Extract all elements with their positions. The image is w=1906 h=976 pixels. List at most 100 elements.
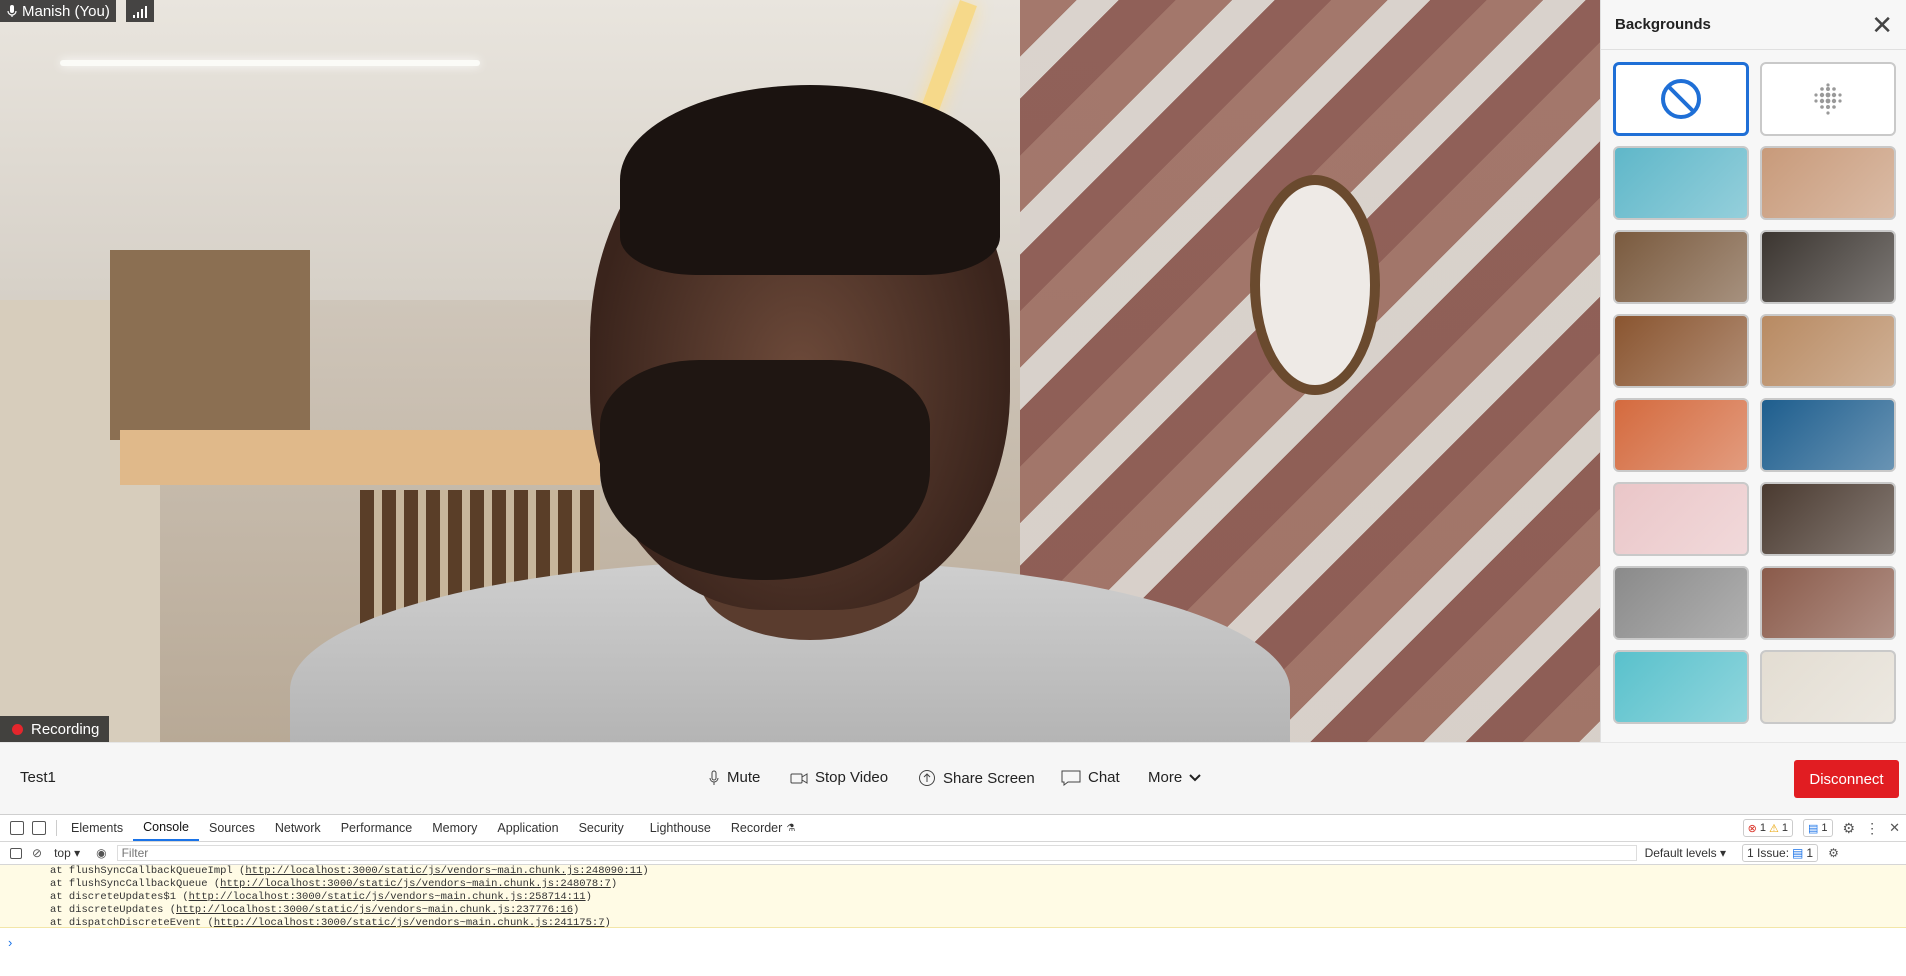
- console-log-line: at dispatchDiscreteEvent (http://localho…: [50, 917, 611, 928]
- tab-network[interactable]: Network: [265, 815, 331, 841]
- eye-icon[interactable]: ◉: [96, 846, 106, 860]
- microphone-icon: [709, 770, 719, 785]
- meeting-controls-bar: Test1 Mute Stop Video Share Screen Chat …: [0, 742, 1906, 815]
- background-tile-cafe[interactable]: [1760, 230, 1896, 304]
- source-link[interactable]: http://localhost:3000/static/js/vendors~…: [245, 865, 642, 877]
- tab-application[interactable]: Application: [487, 815, 568, 841]
- chevron-down-icon: [1189, 773, 1201, 781]
- gear-icon[interactable]: ⚙: [1843, 820, 1856, 837]
- message-count: 1: [1821, 822, 1828, 834]
- chat-icon: [1061, 770, 1081, 786]
- mute-button[interactable]: Mute: [708, 769, 760, 786]
- tab-lighthouse[interactable]: Lighthouse: [640, 815, 721, 841]
- tab-recorder[interactable]: Recorder ⚗: [721, 815, 805, 841]
- tab-elements[interactable]: Elements: [61, 815, 133, 841]
- background-tile-modern-room[interactable]: [1613, 566, 1749, 640]
- scene-cabinet: [110, 250, 310, 440]
- video-camera-icon: [790, 772, 808, 784]
- devtools-tab-bar: Elements Console Sources Network Perform…: [0, 815, 1906, 842]
- tab-performance[interactable]: Performance: [331, 815, 423, 841]
- backgrounds-panel-header: Backgrounds ✕: [1601, 0, 1906, 50]
- sidebar-toggle-icon[interactable]: [10, 847, 22, 859]
- background-tile-lounge-orange[interactable]: [1613, 314, 1749, 388]
- backgrounds-grid: [1613, 62, 1901, 724]
- recording-indicator: Recording: [0, 716, 110, 742]
- kebab-menu-icon[interactable]: ⋮: [1865, 820, 1879, 837]
- disconnect-button[interactable]: Disconnect: [1794, 760, 1899, 798]
- console-filter-input[interactable]: [116, 845, 1637, 861]
- participant-name: Manish (You): [22, 2, 110, 20]
- issues-badge[interactable]: 1 Issue: ▤ 1: [1742, 844, 1819, 862]
- background-tile-beach[interactable]: [1613, 650, 1749, 724]
- background-tile-canyon[interactable]: [1760, 566, 1896, 640]
- stop-video-button[interactable]: Stop Video: [790, 769, 888, 786]
- console-log-line: at discreteUpdates (http://localhost:300…: [50, 904, 580, 916]
- blur-icon: [1814, 83, 1842, 115]
- message-icon: ▤: [1808, 822, 1819, 835]
- warning-count: 1: [1781, 822, 1788, 834]
- network-signal-icon: [126, 0, 154, 22]
- no-background-icon: [1661, 79, 1701, 119]
- background-tile-flowers[interactable]: [1613, 482, 1749, 556]
- background-tile-paint-splash[interactable]: [1613, 146, 1749, 220]
- more-button[interactable]: More: [1148, 769, 1201, 786]
- inspect-element-icon[interactable]: [10, 821, 24, 835]
- error-icon: ⊗: [1747, 822, 1757, 835]
- console-log-output: at flushSyncCallbackQueueImpl (http://lo…: [0, 865, 1906, 928]
- tab-console[interactable]: Console: [133, 815, 199, 841]
- console-filter-bar: ⊘ top ▾ ◉ Default levels ▾ 1 Issue: ▤ 1 …: [0, 842, 1906, 865]
- issues-label: 1 Issue:: [1747, 846, 1790, 860]
- background-tile-blur[interactable]: [1760, 62, 1896, 136]
- share-screen-button[interactable]: Share Screen: [918, 769, 1035, 787]
- issues-count: 1: [1806, 846, 1814, 860]
- chat-button[interactable]: Chat: [1061, 769, 1120, 786]
- tab-security[interactable]: Security: [569, 815, 634, 841]
- background-tile-desert[interactable]: [1613, 398, 1749, 472]
- background-tile-dining[interactable]: [1760, 650, 1896, 724]
- scene-shelf: [120, 430, 600, 485]
- close-icon[interactable]: ✕: [1871, 12, 1893, 38]
- background-tile-living-room[interactable]: [1760, 146, 1896, 220]
- scene-clock: [1250, 175, 1380, 395]
- tab-memory[interactable]: Memory: [422, 815, 487, 841]
- stop-video-label: Stop Video: [815, 769, 889, 786]
- background-tile-kitchen[interactable]: [1760, 482, 1896, 556]
- default-levels-select[interactable]: Default levels ▾: [1645, 846, 1726, 860]
- tab-sources[interactable]: Sources: [199, 815, 265, 841]
- context-select[interactable]: top ▾: [54, 846, 80, 860]
- devtools-panel: Elements Console Sources Network Perform…: [0, 814, 1906, 976]
- console-counts[interactable]: ⊗ 1 ⚠ 1: [1742, 819, 1793, 837]
- warning-icon: ⚠: [1769, 822, 1779, 835]
- chat-label: Chat: [1088, 769, 1120, 786]
- device-toolbar-icon[interactable]: [32, 821, 46, 835]
- clear-console-icon[interactable]: ⊘: [32, 846, 42, 860]
- message-counts[interactable]: ▤ 1: [1803, 819, 1833, 837]
- meeting-name: Test1: [20, 769, 56, 786]
- console-prompt[interactable]: ›: [8, 935, 12, 950]
- background-tile-bookshelf[interactable]: [1613, 230, 1749, 304]
- background-tile-none[interactable]: [1613, 62, 1749, 136]
- console-log-line: at flushSyncCallbackQueueImpl (http://lo…: [50, 865, 649, 877]
- person-beard: [600, 360, 930, 580]
- console-settings-icon[interactable]: ⚙: [1828, 846, 1839, 860]
- recording-dot-icon: [12, 723, 23, 735]
- close-devtools-icon[interactable]: ✕: [1889, 820, 1900, 836]
- more-label: More: [1148, 769, 1183, 786]
- context-select-value: top: [54, 846, 71, 860]
- source-link[interactable]: http://localhost:3000/static/js/vendors~…: [220, 878, 611, 890]
- background-tile-lounge-beige[interactable]: [1760, 314, 1896, 388]
- source-link[interactable]: http://localhost:3000/static/js/vendors~…: [189, 891, 586, 903]
- flask-icon: ⚗: [786, 822, 796, 834]
- share-screen-icon: [919, 770, 935, 786]
- video-feed: Manish (You) Recording: [0, 0, 1600, 742]
- tab-recorder-label: Recorder: [730, 821, 783, 835]
- devtools-status-area: ⊗ 1 ⚠ 1 ▤ 1 ⚙ ⋮ ✕: [1742, 815, 1906, 841]
- recording-label: Recording: [31, 720, 100, 738]
- share-screen-label: Share Screen: [943, 769, 1035, 787]
- console-log-line: at discreteUpdates$1 (http://localhost:3…: [50, 891, 592, 903]
- source-link[interactable]: http://localhost:3000/static/js/vendors~…: [214, 917, 605, 927]
- microphone-icon: [7, 5, 17, 17]
- background-tile-ocean[interactable]: [1760, 398, 1896, 472]
- source-link[interactable]: http://localhost:3000/static/js/vendors~…: [176, 904, 573, 916]
- default-levels-label: Default levels: [1644, 846, 1717, 860]
